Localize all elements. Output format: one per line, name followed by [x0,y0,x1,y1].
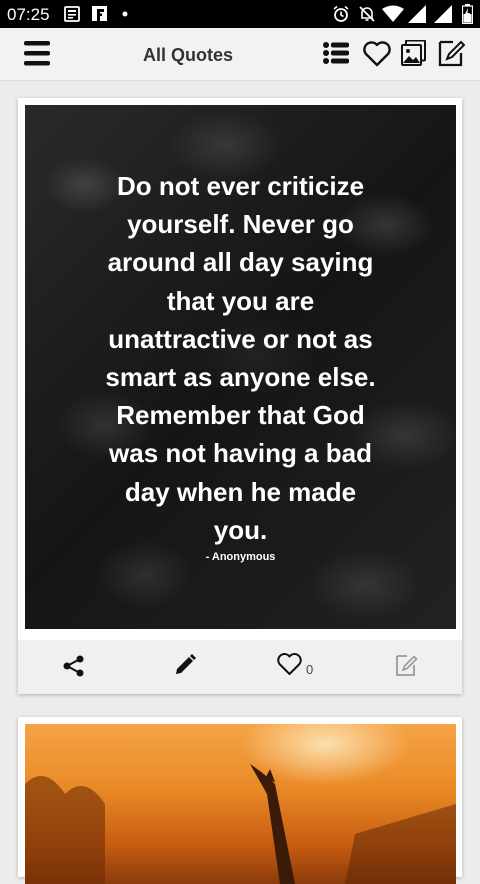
dot-icon [122,11,128,17]
quote-card [18,717,462,884]
quote-author: - Anonymous [205,551,276,563]
gallery-icon[interactable] [401,40,426,66]
quote-line: Remember that God [116,400,365,431]
quote-text: Do not ever criticize yourself. Never go… [25,167,456,549]
quote-image[interactable]: Do not ever criticize yourself. Never go… [25,105,456,629]
write-icon[interactable] [395,654,418,677]
quote-line: around all day saying [107,247,374,278]
list-icon[interactable] [323,42,349,64]
card-action-bar: 0 [18,640,462,694]
grass-silhouette [25,764,456,884]
quote-image[interactable] [25,724,456,884]
quote-line: you. [213,514,268,545]
edit-icon[interactable] [438,40,465,67]
quote-line: smart as anyone else. [105,362,376,393]
like-icon[interactable] [277,653,302,676]
wifi-icon [382,5,404,22]
quote-line: Do not ever criticize [116,171,365,201]
quote-line: yourself. Never go [127,209,354,240]
quote-line: unattractive or not as [108,323,373,354]
news-icon [64,6,80,22]
heart-icon[interactable] [363,41,391,67]
quote-line: was not having a bad [109,438,372,469]
mute-icon [359,6,375,22]
like-count: 0 [306,662,314,677]
signal2-icon [434,5,452,23]
app-toolbar: All Quotes [0,28,480,81]
status-bar: 07:25 [0,0,480,28]
quote-line: that you are [166,285,315,316]
flipboard-icon [92,6,107,21]
share-icon[interactable] [63,655,85,677]
page-title: All Quotes [142,45,233,65]
alarm-icon [333,5,349,22]
quote-line: day when he made [124,476,357,507]
quote-card: Do not ever criticize yourself. Never go… [18,98,462,694]
status-time: 07:25 [7,5,50,24]
battery-icon [462,4,473,24]
edit-pencil-icon[interactable] [174,654,196,676]
signal-icon [408,5,426,23]
